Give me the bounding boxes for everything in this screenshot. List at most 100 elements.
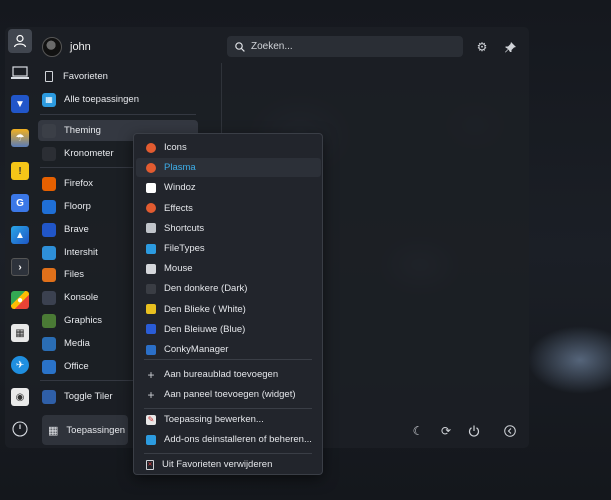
menu-item-shortcuts[interactable]: Shortcuts — [136, 219, 321, 238]
brave-rail-icon[interactable]: ▼ — [8, 92, 32, 116]
pin-icon[interactable] — [500, 37, 520, 57]
nav-favorites[interactable]: Favorieten — [38, 66, 198, 87]
add-to-desktop[interactable]: + Aan bureaublad toevoegen — [136, 365, 321, 384]
context-menu: Icons Plasma Windoz Effects Shortcuts FileTyp… — [133, 133, 323, 475]
menu-item-effects[interactable]: Effects — [136, 199, 321, 218]
menu-item-label: Mouse — [164, 263, 193, 275]
manage-addons[interactable]: Add-ons deinstalleren of beheren... — [136, 430, 321, 449]
menu-separator — [144, 408, 312, 409]
bookmark-remove-icon: ✕ — [146, 459, 154, 470]
app-label: Toggle Tiler — [64, 391, 113, 402]
calculator-icon[interactable]: ▦ — [8, 321, 32, 345]
nav-favorites-label: Favorieten — [63, 71, 108, 82]
edit-application-label: Toepassing bewerken... — [164, 414, 264, 425]
intershit-icon — [42, 245, 56, 260]
menu-item-label: ConkyManager — [164, 344, 229, 355]
user-name: john — [70, 41, 91, 53]
user-row[interactable]: john — [42, 36, 91, 58]
conky-icon — [146, 344, 156, 355]
menu-item-mouse[interactable]: Mouse — [136, 259, 321, 278]
kronometer-icon — [42, 146, 56, 161]
konsole-icon — [42, 290, 56, 305]
maps-icon[interactable]: ● — [8, 288, 32, 312]
folder-dark-icon — [146, 283, 156, 294]
app-label: Graphics — [64, 315, 103, 326]
add-to-desktop-label: Aan bureaublad toevoegen — [164, 369, 279, 380]
menu-item-filetypes[interactable]: FileTypes — [136, 239, 321, 258]
app-label: Media — [64, 338, 90, 349]
files-icon — [42, 267, 56, 282]
applications-button[interactable]: ▦ Toepassingen — [42, 415, 128, 445]
icons-icon — [146, 142, 156, 153]
app-label: Firefox — [64, 178, 94, 189]
graphics-icon — [42, 313, 56, 328]
plasma-icon — [146, 162, 156, 173]
nav-all-apps-label: Alle toepassingen — [64, 94, 139, 105]
app-label: Intershit — [64, 247, 98, 258]
notes-icon[interactable]: ! — [8, 159, 32, 183]
camera-icon[interactable]: ◉ — [8, 385, 32, 409]
floorp-icon — [42, 199, 56, 214]
manage-addons-label: Add-ons deinstalleren of beheren... — [164, 434, 312, 445]
shutdown-icon[interactable] — [464, 421, 484, 441]
back-icon[interactable] — [500, 421, 520, 441]
app-label: Kronometer — [64, 148, 114, 159]
network-icon[interactable]: ✈ — [8, 353, 32, 377]
menu-item-icons[interactable]: Icons — [136, 138, 321, 157]
menu-item-den-blieke-white[interactable]: Den Blieke ( White) — [136, 300, 321, 319]
nav-all-apps[interactable]: ▦ Alle toepassingen — [38, 89, 198, 110]
search-icon — [235, 41, 245, 52]
menu-separator — [144, 359, 312, 360]
brave-icon — [42, 222, 56, 237]
power-icon[interactable] — [8, 417, 32, 441]
all-apps-icon: ▦ — [42, 92, 56, 107]
translate-icon[interactable]: G — [8, 191, 32, 215]
effects-icon — [146, 203, 156, 214]
menu-item-plasma[interactable]: Plasma — [136, 158, 321, 178]
plus-icon: + — [147, 367, 155, 382]
edit-application[interactable]: ✎ Toepassing bewerken... — [136, 410, 321, 429]
photos-icon[interactable]: ▲ — [8, 223, 32, 247]
user-icon[interactable] — [8, 29, 32, 53]
remove-from-favorites[interactable]: ✕ Uit Favorieten verwijderen — [136, 455, 321, 474]
sleep-icon[interactable]: ☾ — [408, 421, 428, 441]
menu-item-label: Den Bleiuwe (Blue) — [164, 323, 246, 335]
menu-item-windoz[interactable]: Windoz — [136, 178, 321, 197]
menu-item-den-donkere-dark[interactable]: Den donkere (Dark) — [136, 279, 321, 298]
menu-item-label: Den donkere (Dark) — [164, 283, 248, 295]
gear-icon[interactable]: ⚙ — [472, 37, 492, 57]
computer-icon[interactable] — [8, 61, 32, 85]
shortcuts-icon — [146, 223, 156, 234]
terminal-icon[interactable]: › — [8, 255, 32, 279]
app-label: Theming — [64, 125, 101, 136]
search-input[interactable] — [251, 41, 451, 52]
media-icon — [42, 336, 56, 351]
app-label: Files — [64, 269, 85, 280]
menu-item-label: Plasma — [164, 162, 196, 174]
menu-item-label: Windoz — [164, 182, 196, 194]
folder-blue-icon — [146, 324, 156, 335]
mouse-icon — [146, 263, 156, 274]
tiler-icon — [42, 389, 56, 404]
menu-item-label: Den Blieke ( White) — [164, 303, 246, 315]
add-to-panel[interactable]: + Aan paneel toevoegen (widget) — [136, 385, 321, 404]
favorites-rail: ▼ ☂ ! G ▲ › ● ▦ ✈ ◉ — [5, 27, 35, 448]
filetypes-icon — [146, 243, 156, 254]
bookmark-icon — [45, 71, 53, 82]
menu-item-den-bleiuwe-blue[interactable]: Den Bleiuwe (Blue) — [136, 320, 321, 339]
menu-item-label: FileTypes — [164, 243, 205, 254]
app-label: Floorp — [64, 201, 91, 212]
weather-icon[interactable]: ☂ — [8, 126, 32, 150]
restart-icon[interactable]: ⟳ — [436, 421, 456, 441]
remove-from-favorites-label: Uit Favorieten verwijderen — [162, 459, 273, 470]
menu-item-label: Icons — [164, 142, 187, 153]
search-box[interactable] — [227, 36, 463, 57]
grid-icon: ▦ — [48, 424, 59, 437]
nav-separator — [40, 114, 196, 115]
edit-icon: ✎ — [146, 414, 156, 425]
addons-icon — [146, 434, 156, 445]
menu-item-label: Shortcuts — [164, 222, 205, 234]
menu-item-conkymanager[interactable]: ConkyManager — [136, 340, 321, 359]
theming-icon — [42, 123, 56, 138]
applications-label: Toepassingen — [66, 424, 126, 436]
